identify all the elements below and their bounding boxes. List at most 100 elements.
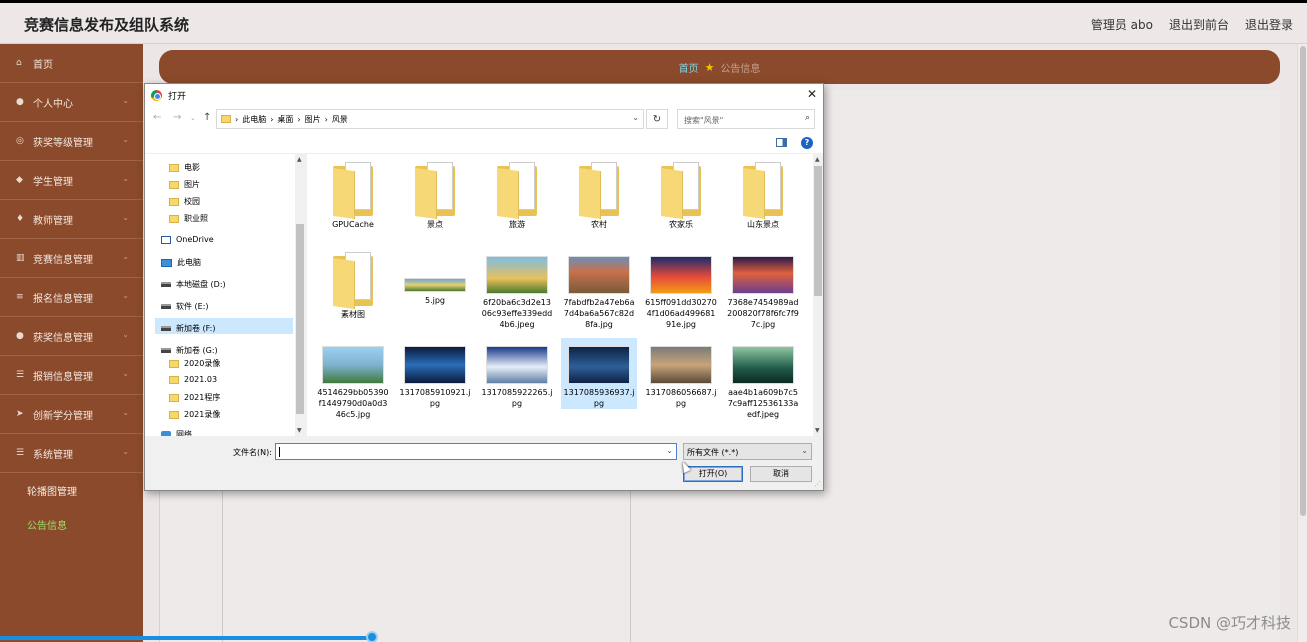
scroll-up-icon[interactable]: ▲ [815, 156, 820, 163]
up-arrow-icon[interactable]: ↑ [203, 112, 211, 123]
sidebar-item[interactable]: ● 获奖信息管理 ⌄ [0, 317, 143, 356]
breadcrumb-home[interactable]: 首页 [679, 60, 699, 75]
tree-item[interactable]: 职业照 [169, 213, 208, 224]
sidebar-item[interactable]: ▥ 竞赛信息管理 ⌄ [0, 239, 143, 278]
page-scrollbar[interactable] [1297, 44, 1307, 642]
sidebar-item[interactable]: ☰ 系统管理 ⌄ [0, 434, 143, 473]
tree-item[interactable]: 2021录像 [169, 409, 220, 420]
logout-link[interactable]: 退出登录 [1245, 16, 1293, 33]
filename-input[interactable]: ⌄ [275, 443, 677, 460]
file-name: 旅游 [509, 220, 525, 229]
preview-pane-icon[interactable] [776, 138, 787, 147]
tree-item[interactable]: 本地磁盘 (D:) [161, 279, 226, 290]
tree-item[interactable]: OneDrive [161, 235, 214, 244]
file-list: GPUCache 景点 旅游 农村 农家乐 山东景点素材图 5.jpg 6f20ba6c3d2… [307, 154, 813, 436]
scroll-down-icon[interactable]: ▼ [297, 427, 302, 434]
folder-item[interactable]: 素材图 [315, 248, 391, 320]
folder-item[interactable]: 景点 [397, 158, 473, 230]
image-file-item[interactable]: 6f20ba6c3d2e1306c93effe339edd4b6.jpeg [479, 248, 555, 330]
sidebar-item[interactable]: ● 个人中心 ⌄ [0, 83, 143, 122]
open-button[interactable]: 打开(O) [683, 466, 743, 482]
tree-item[interactable]: 软件 (E:) [161, 301, 209, 312]
tree-item-label: 软件 (E:) [176, 302, 209, 311]
sidebar-item[interactable]: ➤ 创新学分管理 ⌄ [0, 395, 143, 434]
address-segment[interactable]: 此电脑 [242, 114, 266, 125]
tree-item[interactable]: 新加卷 (G:) [161, 345, 218, 356]
chevron-down-icon: ⌄ [122, 174, 129, 183]
tree-scrollbar[interactable]: ▲ ▼ [295, 154, 305, 436]
dialog-titlebar[interactable]: 打开 ✕ [145, 84, 823, 106]
sidebar-item-label: 报销信息管理 [33, 371, 93, 383]
image-file-item[interactable]: 615ff091dd302704f1d06ad49968191e.jpg [643, 248, 719, 330]
address-segment[interactable]: 风景 [332, 114, 348, 125]
address-segment[interactable]: 图片 [305, 114, 321, 125]
sidebar-item[interactable]: ⌂ 首页 [0, 44, 143, 83]
image-file-item[interactable]: 1317085922265.jpg [479, 338, 555, 409]
tree-item[interactable]: 校园 [169, 196, 200, 207]
recent-dropdown-icon[interactable]: ⌄ [190, 114, 196, 122]
image-file-item[interactable]: 4514629bb05390f1449790d0a0d346c5.jpg [315, 338, 391, 420]
folder-item[interactable]: 农村 [561, 158, 637, 230]
folder-item[interactable]: 旅游 [479, 158, 555, 230]
page-scrollbar-thumb[interactable] [1300, 46, 1306, 516]
tree-item-label: 校园 [184, 197, 200, 206]
image-file-item[interactable]: 1317085910921.jpg [397, 338, 473, 409]
chevron-down-icon[interactable]: ⌄ [666, 446, 673, 455]
folder-item[interactable]: GPUCache [315, 158, 391, 230]
sidebar-subitem[interactable]: 公告信息 [0, 507, 143, 541]
tree-item-label: 新加卷 (F:) [176, 324, 216, 333]
back-arrow-icon[interactable]: ← [153, 112, 161, 123]
sidebar-item[interactable]: ≡ 报名信息管理 ⌄ [0, 278, 143, 317]
folder-item[interactable]: 山东景点 [725, 158, 801, 230]
breadcrumb-current: 公告信息 [720, 63, 761, 75]
tree-item[interactable]: 电影 [169, 162, 200, 173]
folder-icon [661, 162, 701, 220]
sidebar-item-label: 学生管理 [33, 176, 73, 188]
file-name: 615ff091dd302704f1d06ad49968191e.jpg [645, 298, 717, 329]
help-icon[interactable]: ? [801, 137, 813, 149]
cancel-button[interactable]: 取消 [750, 466, 812, 482]
admin-user-label[interactable]: 管理员 abo [1091, 16, 1153, 33]
image-file-item[interactable]: 5.jpg [397, 248, 473, 306]
sidebar-item[interactable]: ◆ 学生管理 ⌄ [0, 161, 143, 200]
tree-item[interactable]: 2021.03 [169, 375, 217, 384]
folder-item[interactable]: 农家乐 [643, 158, 719, 230]
image-file-item[interactable]: aae4b1a609b7c57c9aff12536133aedf.jpeg [725, 338, 801, 420]
scroll-up-icon[interactable]: ▲ [297, 156, 302, 163]
chevron-down-icon: ⌄ [122, 96, 129, 105]
tree-item[interactable]: 此电脑 [161, 257, 201, 268]
sidebar-item[interactable]: ◎ 获奖等级管理 ⌄ [0, 122, 143, 161]
forward-arrow-icon[interactable]: → [173, 112, 181, 123]
sidebar-subitem[interactable]: 轮播图管理 [0, 473, 143, 507]
scroll-down-icon[interactable]: ▼ [815, 427, 820, 434]
tree-item[interactable]: 新加卷 (F:) [161, 323, 215, 334]
tree-item[interactable]: 图片 [169, 179, 200, 190]
resize-grip-icon[interactable]: ⋰ [814, 480, 821, 488]
tree-scrollbar-thumb[interactable] [296, 224, 304, 414]
filetype-select[interactable]: 所有文件 (*.*) ⌄ [683, 443, 812, 460]
tree-item-label: 此电脑 [177, 258, 201, 267]
search-input[interactable]: 搜索"风景" ⌕ [677, 109, 815, 129]
tree-item[interactable]: 2021程序 [169, 392, 220, 403]
exit-to-frontend-link[interactable]: 退出到前台 [1169, 16, 1229, 33]
close-icon[interactable]: ✕ [807, 87, 817, 101]
image-file-item[interactable]: 7fabdfb2a47eb6a7d4ba6a567c82d8fa.jpg [561, 248, 637, 330]
chevron-down-icon[interactable]: ⌄ [632, 113, 639, 122]
files-scrollbar-thumb[interactable] [814, 166, 822, 296]
address-bar[interactable]: › 此电脑 › 桌面 › 图片 › 风景 ⌄ [216, 109, 644, 129]
image-file-item[interactable]: 1317085936937.jpg [561, 338, 637, 409]
image-file-item[interactable]: 7368e7454989ad200820f78f6fc7f97c.jpg [725, 248, 801, 330]
form-icon: ≡ [16, 292, 24, 302]
sidebar-item-label: 获奖等级管理 [33, 137, 93, 149]
tree-item[interactable]: 网络 [161, 429, 192, 436]
image-thumbnail-icon [486, 256, 548, 294]
sidebar-item[interactable]: ☰ 报销信息管理 ⌄ [0, 356, 143, 395]
files-scrollbar[interactable]: ▲ ▼ [813, 154, 823, 436]
progress-knob[interactable] [366, 631, 378, 642]
address-segment[interactable]: 桌面 [277, 114, 293, 125]
refresh-button[interactable]: ↻ [646, 109, 668, 129]
tree-item[interactable]: 2020录像 [169, 358, 220, 369]
image-file-item[interactable]: 1317086056687.jpg [643, 338, 719, 409]
computer-icon [161, 258, 172, 267]
sidebar-item[interactable]: ♦ 教师管理 ⌄ [0, 200, 143, 239]
